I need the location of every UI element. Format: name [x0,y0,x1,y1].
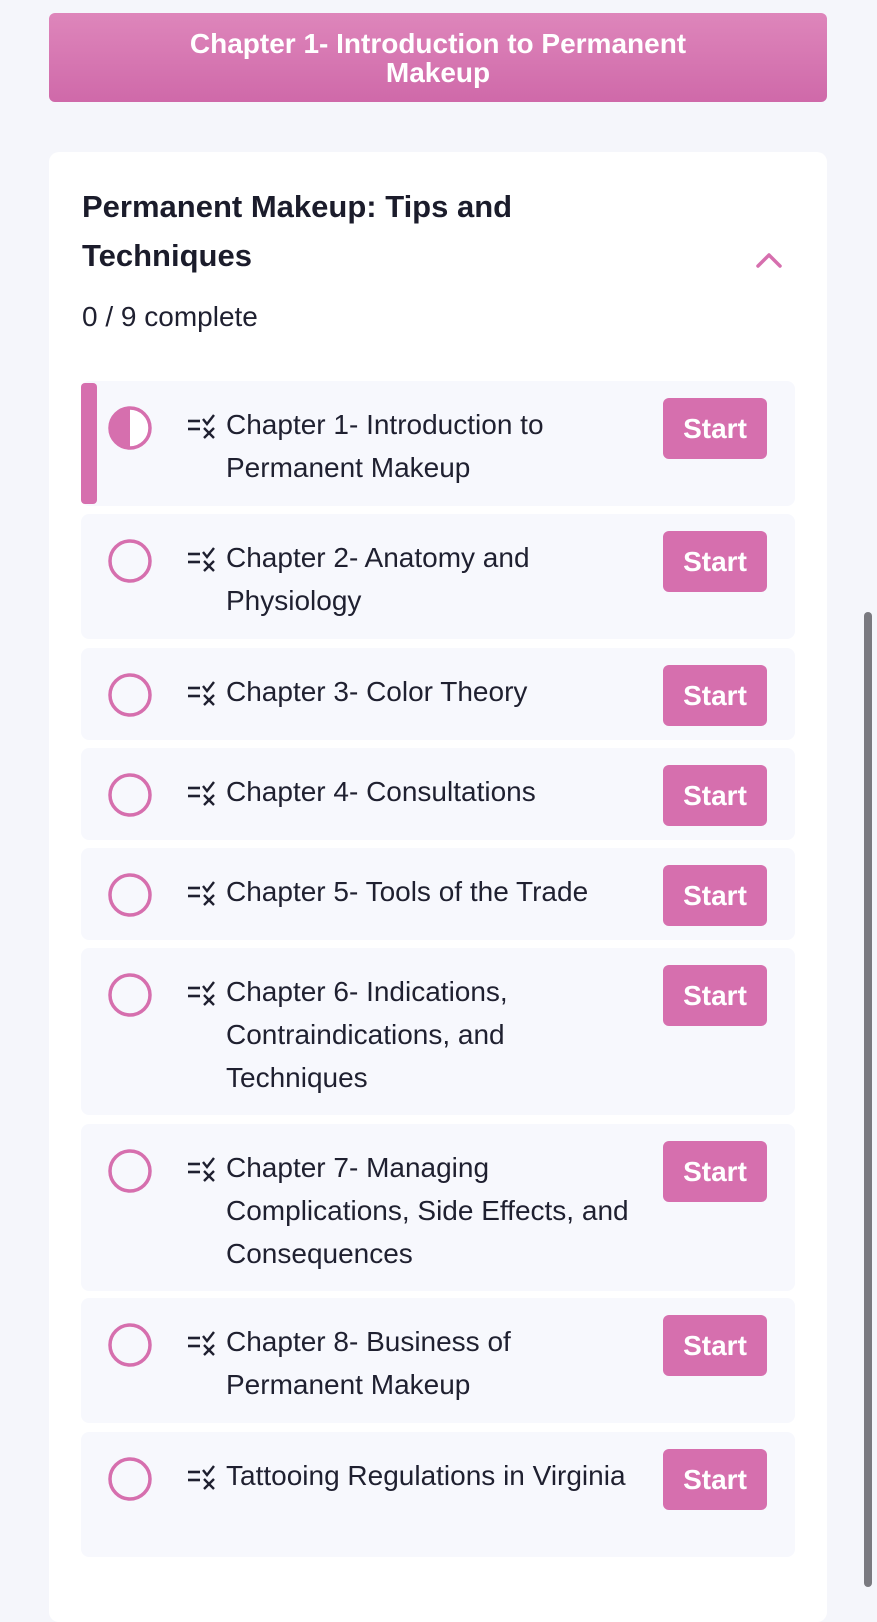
start-button[interactable]: Start [663,398,767,459]
course-card: Permanent Makeup: Tips and Techniques 0 … [49,152,827,1622]
empty-circle-icon [108,773,152,817]
quiz-list-icon [188,414,215,439]
start-button[interactable]: Start [663,765,767,826]
course-title: Permanent Makeup: Tips and Techniques [82,189,513,273]
lesson-row[interactable]: Chapter 3- Color Theory Start [81,648,795,740]
quiz-list-icon [188,547,215,572]
chapter-banner-title: Chapter 1- Introduction to Permanent Mak… [189,27,687,88]
empty-circle-icon [108,539,152,583]
lesson-title: Chapter 5- Tools of the Trade [226,876,589,907]
lesson-title: Chapter 2- Anatomy and Physiology [226,542,530,616]
lesson-row[interactable]: Chapter 8- Business of Permanent Makeup S… [81,1298,795,1423]
lesson-row[interactable]: Chapter 7- Managing Complications, Side … [81,1124,795,1291]
lesson-row[interactable]: Chapter 5- Tools of the Trade Start [81,848,795,940]
lesson-row[interactable]: Chapter 6- Indications, Contraindication… [81,948,795,1115]
quiz-list-icon [188,881,215,906]
quiz-list-icon [188,981,215,1006]
lesson-title: Chapter 3- Color Theory [226,676,528,707]
quiz-list-icon [188,1331,215,1356]
start-button[interactable]: Start [663,1315,767,1376]
start-button[interactable]: Start [663,665,767,726]
empty-circle-icon [108,973,152,1017]
empty-circle-icon [108,1149,152,1193]
empty-circle-icon [108,1323,152,1367]
empty-circle-icon [108,873,152,917]
empty-circle-icon [108,1457,152,1501]
progress-text: 0 / 9 complete [82,301,258,332]
chevron-up-icon [756,253,782,268]
lesson-row[interactable]: Tattooing Regulations in Virginia Start [81,1432,795,1557]
lesson-title: Chapter 6- Indications, Contraindication… [226,976,508,1093]
start-button[interactable]: Start [663,531,767,592]
lesson-title: Chapter 4- Consultations [226,776,536,807]
start-button[interactable]: Start [663,1141,767,1202]
lesson-row[interactable]: Chapter 1- Introduction to Permanent Mak… [81,381,795,506]
start-button[interactable]: Start [663,865,767,926]
lesson-title: Chapter 1- Introduction to Permanent Mak… [226,409,544,483]
half-filled-circle-icon [108,406,152,450]
quiz-list-icon [188,1157,215,1182]
lesson-title: Tattooing Regulations in Virginia [226,1460,626,1491]
collapse-button[interactable] [749,244,789,276]
active-indicator [81,383,97,504]
lesson-title: Chapter 8- Business of Permanent Makeup [226,1326,511,1400]
quiz-list-icon [188,681,215,706]
scrollbar[interactable] [864,612,872,1587]
start-button[interactable]: Start [663,1449,767,1510]
lesson-title: Chapter 7- Managing Complications, Side … [226,1152,629,1269]
start-button[interactable]: Start [663,965,767,1026]
quiz-list-icon [188,1465,215,1490]
lesson-row[interactable]: Chapter 4- Consultations Start [81,748,795,840]
lesson-row[interactable]: Chapter 2- Anatomy and Physiology Start [81,514,795,639]
quiz-list-icon [188,781,215,806]
empty-circle-icon [108,673,152,717]
chapter-banner[interactable]: Chapter 1- Introduction to Permanent Mak… [49,13,827,102]
